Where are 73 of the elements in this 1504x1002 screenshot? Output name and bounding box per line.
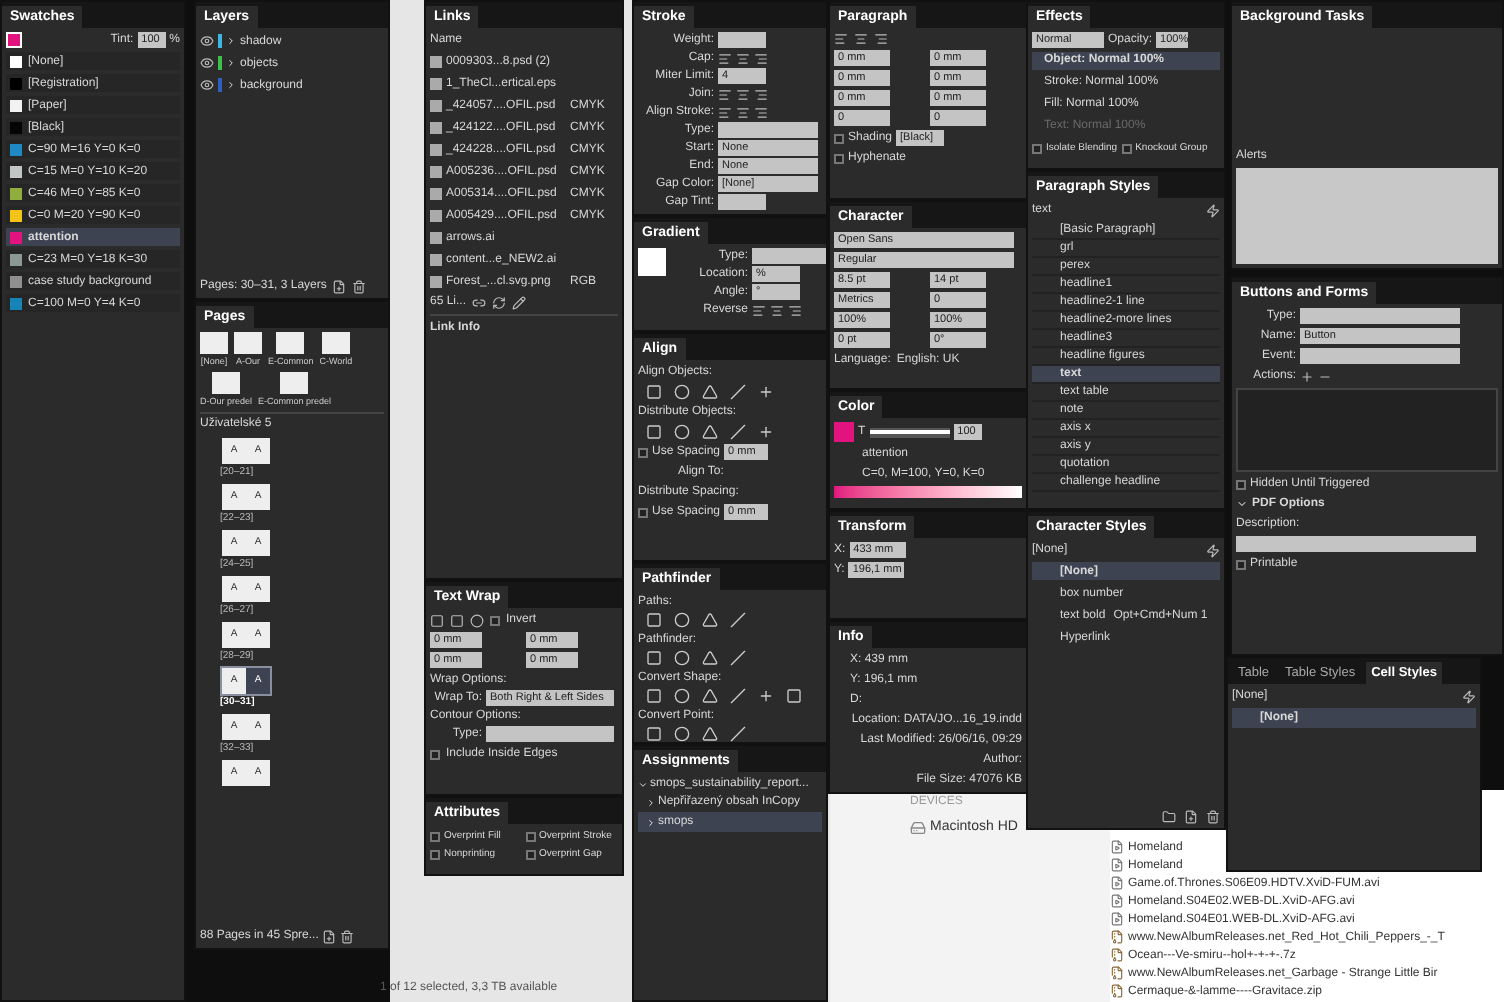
master-thumbnail[interactable] <box>212 372 240 394</box>
checkbox[interactable] <box>430 831 440 841</box>
lightning-icon[interactable] <box>1206 203 1220 217</box>
gradient-swatch <box>638 248 666 276</box>
trash-icon[interactable] <box>340 929 355 943</box>
shape-icon[interactable] <box>758 688 774 704</box>
drive-icon <box>910 820 926 837</box>
video-file-icon <box>1110 858 1124 872</box>
checkbox[interactable] <box>638 507 648 517</box>
align-icon[interactable] <box>736 51 750 65</box>
color-ramp[interactable] <box>834 486 1022 498</box>
archive-icon <box>1110 948 1124 962</box>
update-icon[interactable] <box>492 295 507 309</box>
align-icon[interactable] <box>754 87 768 101</box>
master-thumbnail[interactable] <box>200 332 228 354</box>
master-thumbnail[interactable] <box>234 332 262 354</box>
align-icon[interactable] <box>736 87 750 101</box>
master-thumbnail[interactable] <box>321 332 350 354</box>
fill-swatch[interactable] <box>834 422 854 442</box>
eye-icon[interactable] <box>200 78 214 92</box>
align-icon[interactable] <box>718 51 732 65</box>
fill-stroke-icon[interactable] <box>6 32 22 48</box>
align-icon[interactable] <box>770 303 784 317</box>
checkbox[interactable] <box>834 133 844 143</box>
archive-icon <box>1110 930 1124 944</box>
video-file-icon <box>1110 912 1124 926</box>
align-icon[interactable] <box>736 105 750 119</box>
video-file-icon <box>1110 840 1124 854</box>
align-center-icon[interactable] <box>854 32 868 46</box>
checkbox[interactable] <box>1032 143 1042 153</box>
new-layer-icon[interactable] <box>332 279 347 293</box>
lightning-icon[interactable] <box>1206 543 1220 557</box>
checkbox[interactable] <box>430 749 440 759</box>
shape-icon[interactable] <box>758 384 774 400</box>
checkbox[interactable] <box>1236 479 1246 489</box>
add-icon[interactable] <box>1300 369 1314 383</box>
trash-icon[interactable] <box>352 279 367 293</box>
edit-icon[interactable] <box>512 295 527 309</box>
checkbox[interactable] <box>430 849 440 859</box>
align-right-icon[interactable] <box>874 32 888 46</box>
input-field[interactable] <box>718 194 766 210</box>
eye-icon[interactable] <box>200 34 214 48</box>
master-thumbnail[interactable] <box>280 372 309 394</box>
align-icon[interactable] <box>754 51 768 65</box>
checkbox[interactable] <box>834 153 844 163</box>
trash-icon[interactable] <box>1206 810 1220 824</box>
folder-icon[interactable] <box>1162 810 1176 824</box>
checkbox[interactable] <box>525 849 535 859</box>
input-field[interactable] <box>1236 536 1476 552</box>
lightning-icon[interactable] <box>1462 689 1476 703</box>
checkbox[interactable] <box>490 615 500 625</box>
align-icon[interactable] <box>752 303 766 317</box>
master-thumbnail[interactable] <box>276 332 305 354</box>
input-field[interactable] <box>718 32 766 48</box>
align-icon[interactable] <box>788 303 802 317</box>
checkbox[interactable] <box>1121 143 1132 153</box>
checkbox[interactable] <box>525 831 535 841</box>
new-page-icon[interactable] <box>322 929 337 943</box>
shape-icon[interactable] <box>758 424 774 440</box>
checkbox[interactable] <box>638 447 648 457</box>
new-style-icon[interactable] <box>1184 810 1198 824</box>
align-icon[interactable] <box>754 105 768 119</box>
align-icon[interactable] <box>718 87 732 101</box>
archive-icon <box>1110 966 1124 980</box>
align-icon[interactable] <box>718 105 732 119</box>
checkbox[interactable] <box>1236 559 1246 569</box>
align-left-icon[interactable] <box>834 32 848 46</box>
video-file-icon <box>1110 894 1124 908</box>
video-file-icon <box>1110 876 1124 890</box>
relink-icon[interactable] <box>472 295 487 309</box>
eye-icon[interactable] <box>200 56 214 70</box>
archive-icon <box>1110 984 1124 998</box>
shape-icon[interactable] <box>786 688 802 704</box>
